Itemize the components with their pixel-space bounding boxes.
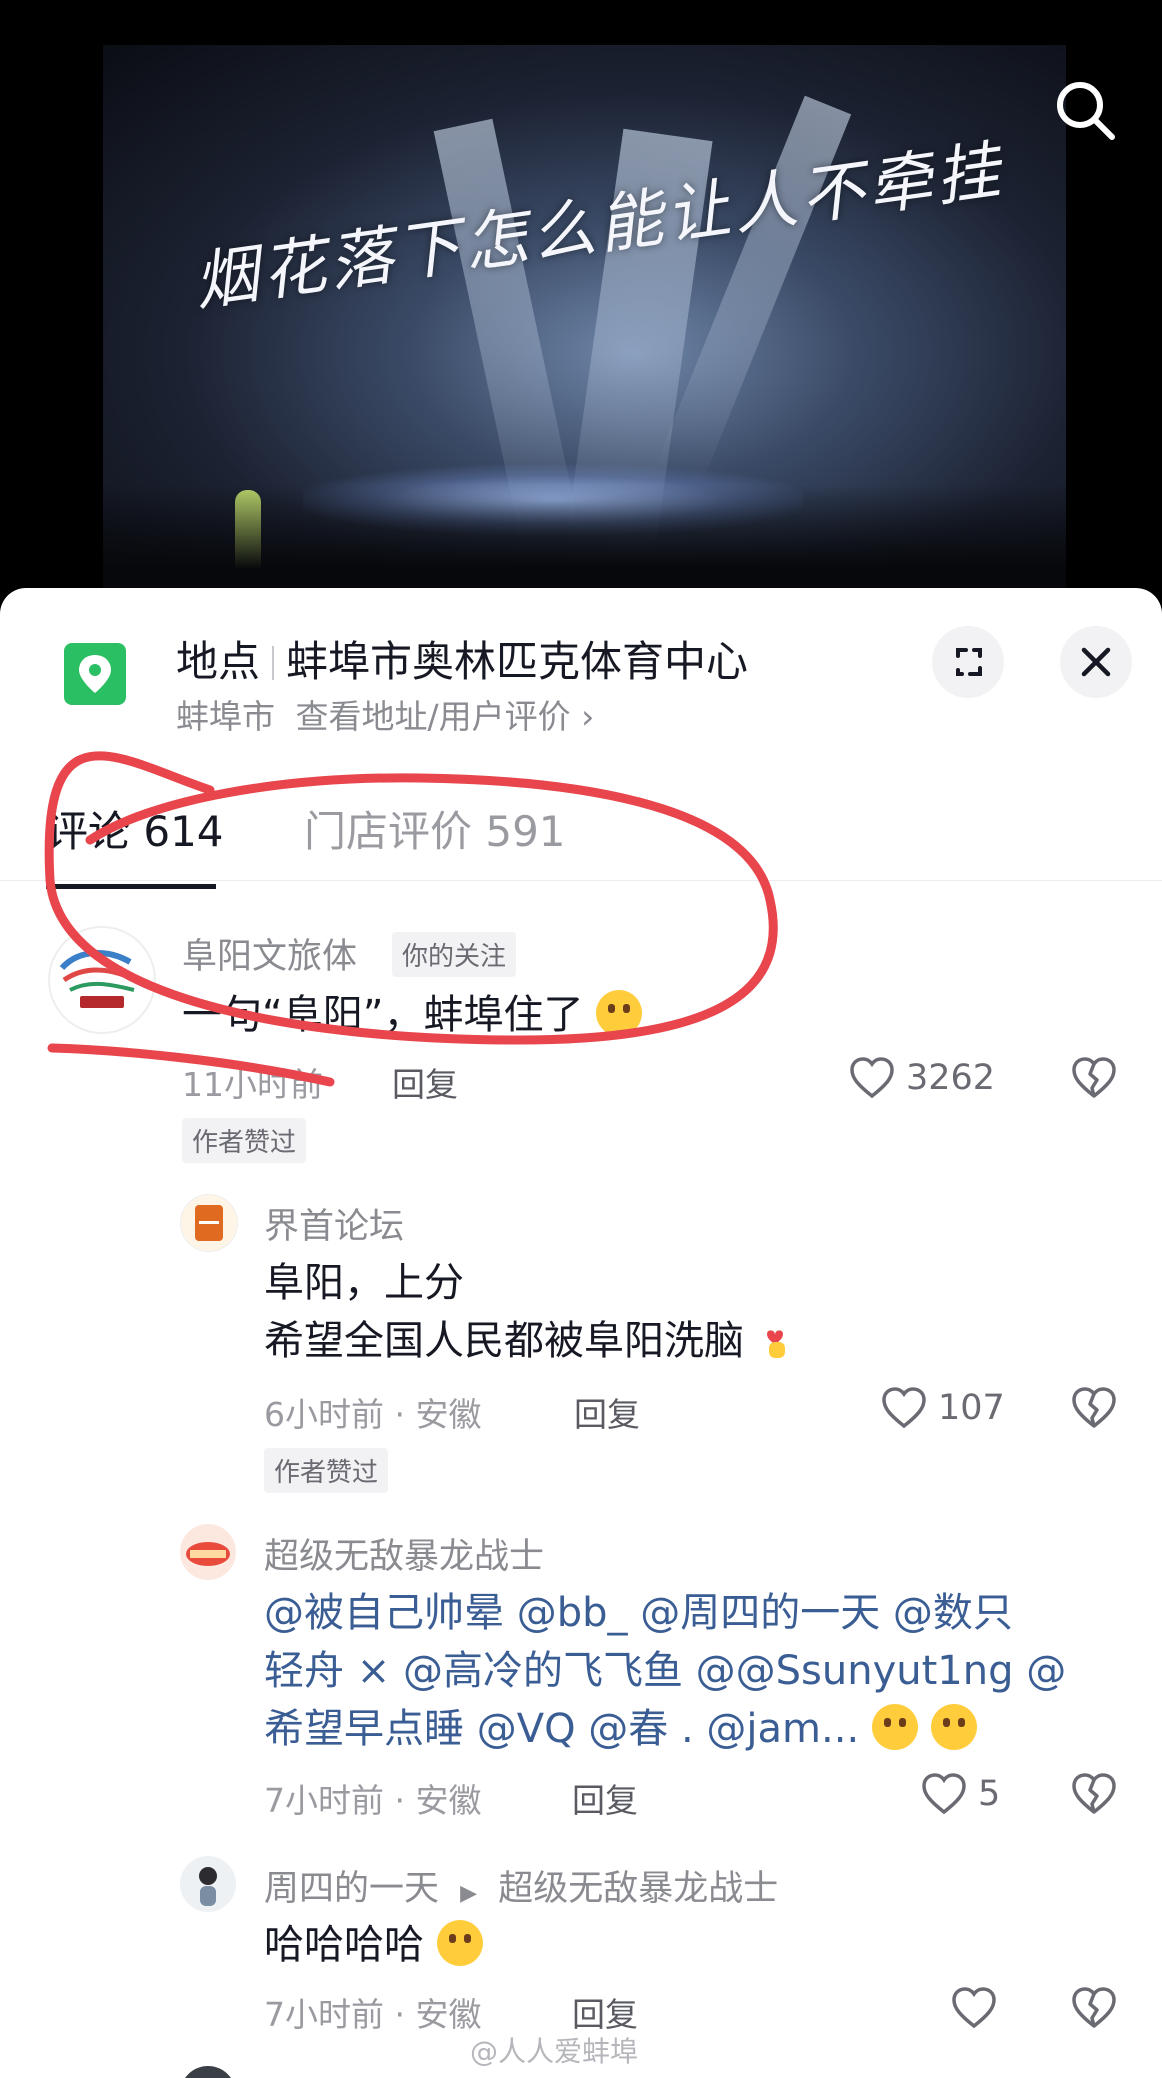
comment-mention-line[interactable]: @被自己帅晕 @bb_ @周四的一天 @数只	[264, 1584, 1013, 1642]
search-icon	[1057, 82, 1115, 140]
place-name: 蚌埠市奥林匹克体育中心	[286, 637, 749, 686]
avatar[interactable]	[180, 1856, 236, 1912]
reply-button[interactable]: 回复	[574, 1388, 640, 1436]
place-detail-link[interactable]: 查看地址/用户评价 ›	[296, 697, 595, 736]
tears-of-joy-emoji-icon	[436, 1920, 483, 1966]
avatar-partial[interactable]	[180, 2066, 236, 2078]
comment-username[interactable]: 超级无敌暴龙战士	[264, 1528, 544, 1579]
broken-heart-icon	[1072, 1987, 1116, 2028]
comment-time: 11小时前	[182, 1065, 323, 1104]
comment-username[interactable]: 周四的一天 ▶ 超级无敌暴龙战士	[264, 1860, 778, 1911]
reply-button[interactable]: 回复	[392, 1058, 458, 1106]
comment-mention-line[interactable]: 希望早点睡 @VQ @春 . @jam...	[264, 1700, 977, 1758]
place-title: 地点 蚌埠市奥林匹克体育中心	[176, 628, 748, 689]
comment-text-line: 希望全国人民都被阜阳洗脑	[264, 1312, 793, 1370]
rofl-emoji-icon	[871, 1704, 918, 1750]
comment-text-body: 希望早点睡 @VQ @春 . @jam...	[264, 1706, 860, 1752]
broken-heart-icon	[1072, 1387, 1116, 1428]
expand-icon	[956, 648, 982, 676]
broken-heart-icon	[1072, 1057, 1116, 1098]
heart-icon	[850, 1057, 894, 1099]
tab-comments[interactable]: 评论 614	[46, 798, 224, 859]
avatar[interactable]	[48, 926, 156, 1034]
avatar[interactable]	[180, 1524, 236, 1580]
author-liked-badge: 作者赞过	[264, 1448, 389, 1493]
finger-heart-emoji-icon	[766, 1330, 785, 1358]
close-icon	[1081, 647, 1111, 677]
location-pin-icon	[64, 643, 126, 705]
like-button[interactable]	[848, 1054, 900, 1102]
comment-author[interactable]: 周四的一天	[264, 1869, 439, 1909]
rofl-emoji-icon	[930, 1704, 977, 1750]
title-divider	[272, 646, 275, 680]
expand-button[interactable]	[932, 626, 1004, 698]
dislike-button[interactable]	[1070, 1770, 1118, 1818]
place-subtitle[interactable]: 蚌埠市 查看地址/用户评价 ›	[176, 690, 594, 738]
comment-text-body: 哈哈哈哈	[264, 1922, 424, 1968]
video-player[interactable]: 烟花落下怎么能让人不牵挂	[0, 0, 1162, 605]
heart-icon	[922, 1773, 966, 1815]
like-button[interactable]	[920, 1770, 972, 1818]
cartoon-avatar-icon	[186, 1542, 230, 1566]
comment-text-body: 希望全国人民都被阜阳洗脑	[264, 1318, 744, 1364]
reply-button[interactable]: 回复	[572, 1774, 638, 1822]
reply-target-user[interactable]: 超级无敌暴龙战士	[498, 1869, 778, 1909]
avatar[interactable]	[180, 1194, 238, 1252]
comment-text-line: 阜阳，上分	[264, 1260, 464, 1306]
comment-text: 一句“阜阳”，蚌埠住了	[182, 986, 643, 1044]
like-button[interactable]	[950, 1984, 1002, 2032]
like-count: 5	[978, 1774, 1001, 1814]
tab-store-reviews[interactable]: 门店评价 591	[304, 798, 566, 859]
dislike-button[interactable]	[1070, 1054, 1118, 1102]
pleading-face-emoji-icon	[596, 990, 643, 1036]
tab-bar: 评论 614 门店评价 591	[0, 768, 1162, 881]
broken-heart-icon	[1072, 1773, 1116, 1814]
jieshou-forum-logo-icon	[195, 1205, 223, 1241]
fuyang-tourism-logo-icon	[59, 949, 135, 1008]
place-label: 地点	[176, 637, 261, 686]
dislike-button[interactable]	[1070, 1384, 1118, 1432]
comment-time: 7小时前 · 安徽	[264, 1781, 482, 1820]
like-count: 3262	[906, 1058, 996, 1098]
comment-mention-line[interactable]: 轻舟 × @高冷的飞飞鱼 @@Ssunyut1ng @	[264, 1642, 1066, 1700]
reply-arrow-icon: ▶	[460, 1881, 478, 1906]
search-button[interactable]	[1050, 75, 1120, 145]
like-count: 107	[938, 1388, 1005, 1428]
dislike-button[interactable]	[1070, 1984, 1118, 2032]
like-button[interactable]	[880, 1384, 932, 1432]
comment-username[interactable]: 阜阳文旅体	[182, 928, 357, 979]
weibo-watermark: @人人爱蚌埠	[470, 2035, 639, 2068]
comment-time: 6小时前 · 安徽	[264, 1395, 482, 1434]
active-tab-indicator	[46, 884, 216, 889]
heart-icon	[952, 1987, 996, 2029]
following-tag: 你的关注	[392, 932, 517, 977]
person-avatar-icon	[199, 1867, 217, 1906]
comment-text-body: 一句“阜阳”，蚌埠住了	[182, 992, 584, 1038]
comment-text: 哈哈哈哈	[264, 1916, 483, 1974]
heart-icon	[882, 1387, 926, 1429]
place-city: 蚌埠市	[176, 697, 275, 736]
author-liked-badge: 作者赞过	[182, 1118, 307, 1163]
comment-time: 7小时前 · 安徽	[264, 1995, 482, 2034]
comments-sheet: 地点 蚌埠市奥林匹克体育中心 蚌埠市 查看地址/用户评价 › 评论 614 门店评…	[0, 588, 1162, 2078]
comment-username[interactable]: 界首论坛	[264, 1198, 404, 1249]
place-header[interactable]: 地点 蚌埠市奥林匹克体育中心 蚌埠市 查看地址/用户评价 ›	[0, 588, 1162, 768]
reply-button[interactable]: 回复	[572, 1988, 638, 2036]
close-button[interactable]	[1060, 626, 1132, 698]
